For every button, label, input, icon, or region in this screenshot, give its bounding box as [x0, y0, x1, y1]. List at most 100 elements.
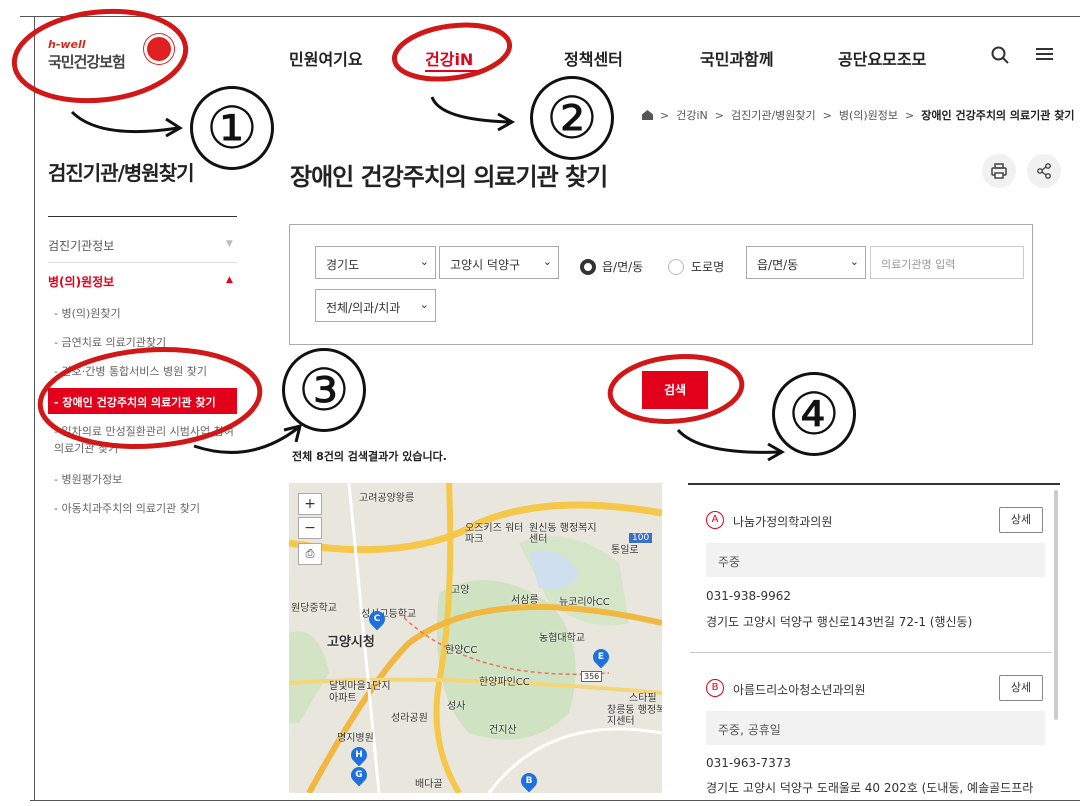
- chevron-down-icon: ⌄: [849, 255, 859, 268]
- nav-active-underline: [425, 70, 477, 72]
- breadcrumb-3[interactable]: 병(의)원정보: [839, 109, 898, 122]
- home-icon[interactable]: [642, 110, 653, 120]
- province-select[interactable]: 경기도 ⌄: [315, 246, 436, 279]
- result-badge: B: [706, 679, 724, 697]
- annotation-2: ②: [530, 76, 614, 160]
- map-label: 통일로: [611, 545, 639, 556]
- nav-item-health-in[interactable]: 건강iN: [425, 46, 473, 70]
- search-button[interactable]: 검색: [642, 371, 708, 409]
- result-address: 경기도 고양시 덕양구 도래울로 40 202호 (도내동, 예솔골드프라: [706, 781, 1034, 795]
- detail-button[interactable]: 상세: [999, 675, 1043, 701]
- sidebar-item-label: 병원평가정보: [61, 473, 123, 486]
- map-label: 뉴코리아CC: [559, 597, 610, 608]
- radio-town[interactable]: [580, 259, 596, 275]
- map-view[interactable]: 고려공양왕릉 오즈키즈 워터파크 원신동 행정복지센터 통일로 고양 서삼릉 뉴…: [289, 483, 662, 793]
- map-pin-label: B: [525, 776, 533, 786]
- radio-road-label: 도로명: [691, 260, 725, 274]
- map-label: 서삼릉: [511, 595, 539, 606]
- map-label: 농협대학교: [539, 633, 585, 644]
- sidebar-item-label: 간호·간병 통합서비스 병원 찾기: [61, 365, 208, 378]
- district-select[interactable]: 고양시 덕양구 ⌄: [439, 246, 559, 279]
- result-phone: 031-938-9962: [706, 589, 792, 603]
- district-value: 고양시 덕양구: [450, 258, 521, 272]
- map-pin-label: H: [355, 750, 363, 760]
- annotation-1: ①: [190, 86, 274, 170]
- nav-item-corp[interactable]: 공단요모조모: [838, 46, 926, 70]
- map-label: 원당중학교: [291, 603, 337, 614]
- sidebar-item-label: 장애인 건강주치의 의료기관 찾기: [62, 396, 216, 409]
- nav-item-with-people[interactable]: 국민과함께: [700, 46, 774, 70]
- menu-icon[interactable]: [1036, 46, 1053, 67]
- sidebar-group-hospital[interactable]: 병(의)원정보 ▲: [48, 273, 237, 290]
- chevron-down-icon: ⌄: [542, 255, 552, 268]
- result-badge: A: [706, 511, 724, 529]
- annotation-4: ④: [772, 372, 856, 456]
- sidebar-item-hospital-search[interactable]: - 병(의)원찾기: [54, 305, 121, 321]
- logo[interactable]: h-well 국민건강보험: [48, 34, 174, 72]
- map-label: 한양파인CC: [479, 677, 530, 688]
- sidebar-divider: [48, 262, 237, 263]
- map-pin-label: C: [373, 614, 381, 624]
- sidebar-item-label: 일차의료 만성질환관리 시범사업 참여의료기관 찾기: [54, 425, 234, 455]
- map-pin-label: G: [355, 770, 363, 780]
- map-label: 배다골: [415, 779, 443, 790]
- detail-button[interactable]: 상세: [999, 507, 1043, 533]
- result-divider: [690, 652, 1052, 653]
- nav-item-policy[interactable]: 정책센터: [564, 46, 623, 70]
- frame-top: [20, 16, 1080, 17]
- share-icon[interactable]: [1027, 154, 1061, 188]
- sidebar-group-label: 검진기관정보: [48, 239, 115, 253]
- results-scrollbar[interactable]: [1054, 490, 1058, 720]
- map-label: 건지산: [489, 725, 517, 736]
- sidebar-item-disabled-doctor[interactable]: - 장애인 건강주치의 의료기관 찾기: [48, 388, 237, 414]
- sidebar-item-child-dental[interactable]: - 아동치과주치의 의료기관 찾기: [54, 500, 200, 516]
- logo-seal-icon: [144, 34, 174, 64]
- type-value: 전체/의과/치과: [326, 301, 401, 315]
- chevron-up-icon: ▲: [226, 275, 233, 285]
- town-select[interactable]: 읍/면/동 ⌄: [746, 246, 866, 279]
- map-label: 명지병원: [337, 733, 374, 744]
- radio-road[interactable]: [668, 259, 684, 275]
- chevron-down-icon: ⌄: [419, 255, 429, 268]
- zoom-in-button[interactable]: +: [298, 493, 322, 515]
- sidebar-item-label: 아동치과주치의 의료기관 찾기: [61, 502, 201, 515]
- map-label: 고양: [451, 585, 470, 596]
- sidebar-item-evaluation[interactable]: - 병원평가정보: [54, 471, 122, 487]
- search-icon[interactable]: [991, 46, 1009, 69]
- type-select[interactable]: 전체/의과/치과 ⌄: [315, 289, 436, 322]
- map-label: 달빛마을1단지 아파트: [329, 681, 391, 704]
- sidebar-item-label: 금연치료 의료기관찾기: [61, 336, 167, 349]
- sidebar-item-smoking[interactable]: - 금연치료 의료기관찾기: [54, 334, 166, 350]
- annotation-3: ③: [282, 348, 366, 432]
- radio-town-label: 읍/면/동: [602, 260, 644, 274]
- town-value: 읍/면/동: [757, 258, 799, 272]
- sidebar-divider: [48, 216, 237, 217]
- sidebar-item-chronic[interactable]: - 일차의료 만성질환관리 시범사업 참여의료기관 찾기: [54, 423, 234, 457]
- map-label: 창릉동 행정복지센터: [607, 705, 662, 727]
- result-name[interactable]: 아름드리소아청소년과의원: [733, 681, 865, 698]
- institution-name-placeholder: 의료기관명 입력: [881, 258, 956, 271]
- institution-name-input[interactable]: 의료기관명 입력: [870, 246, 1024, 279]
- result-name[interactable]: 나눔가정의학과의원: [733, 513, 832, 530]
- sidebar-item-label: 병(의)원찾기: [61, 307, 121, 320]
- zoom-out-button[interactable]: −: [298, 517, 322, 539]
- map-label: 성라공원: [391, 713, 428, 724]
- breadcrumb-2[interactable]: 검진기관/병원찾기: [731, 109, 816, 122]
- sidebar-item-nursing[interactable]: - 간호·간병 통합서비스 병원 찾기: [54, 363, 207, 379]
- sidebar-group-checkup[interactable]: 검진기관정보 ▼: [48, 237, 237, 254]
- result-count: 전체 8건의 검색결과가 있습니다.: [292, 450, 447, 463]
- map-print-icon[interactable]: ⎙: [298, 543, 322, 565]
- map-label: 고려공양왕릉: [359, 493, 415, 504]
- nav-item-complaints[interactable]: 민원여기요: [289, 46, 363, 70]
- page-title: 장애인 건강주치의 의료기관 찾기: [290, 163, 608, 191]
- result-phone: 031-963-7373: [706, 756, 792, 770]
- chevron-down-icon: ⌄: [419, 298, 429, 311]
- result-subject: 주중, 공휴일: [706, 711, 1045, 745]
- search-panel: [289, 224, 1033, 345]
- breadcrumb-1[interactable]: 건강iN: [676, 109, 708, 122]
- map-pin-label: E: [597, 652, 605, 662]
- print-icon[interactable]: [982, 154, 1016, 188]
- map-label: 한양CC: [445, 645, 478, 656]
- sidebar-group-label: 병(의)원정보: [48, 275, 115, 289]
- chevron-down-icon: ▼: [226, 239, 233, 249]
